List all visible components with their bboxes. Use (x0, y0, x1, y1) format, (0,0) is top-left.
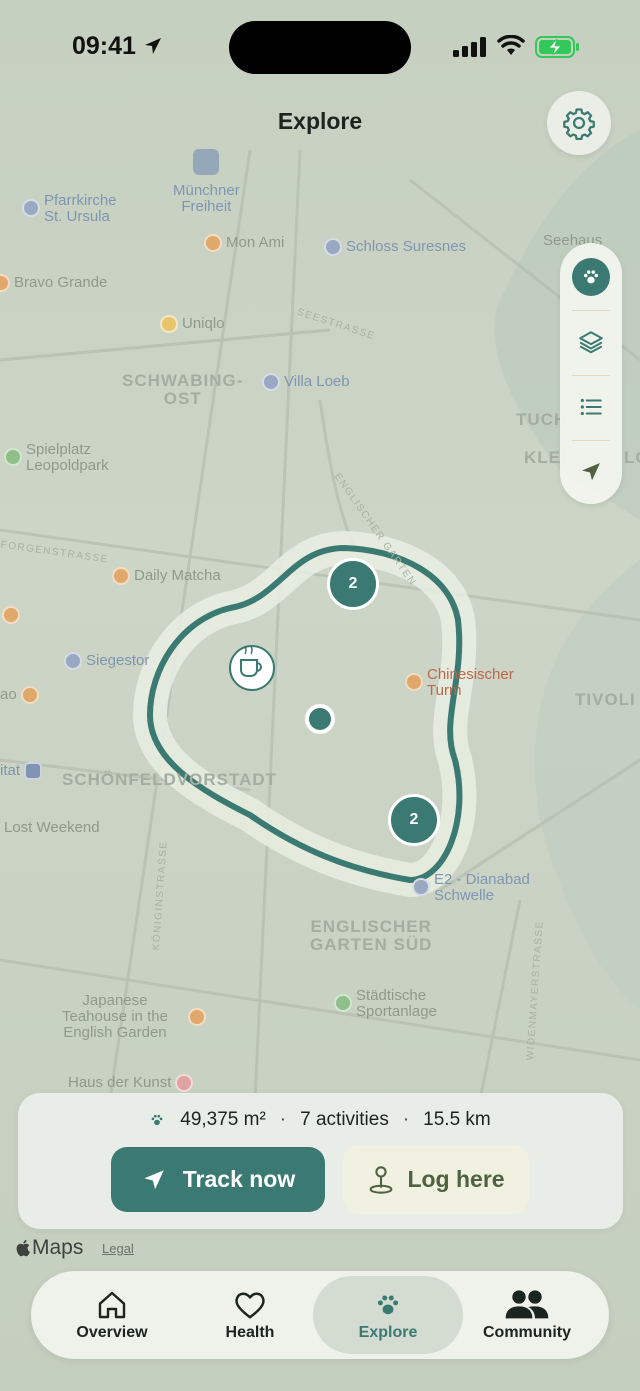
map-label-uniqlo: Uniqlo (160, 315, 225, 333)
territory-stats-card: 49,375 m² · 7 activities · 15.5 km Track… (18, 1093, 623, 1229)
paw-icon (151, 1114, 163, 1125)
maps-attribution: Maps (16, 1236, 83, 1260)
restaurant-icon (0, 274, 10, 292)
home-icon (96, 1288, 128, 1322)
separator: · (402, 1109, 410, 1130)
district-label-lo: LO (624, 448, 640, 467)
map-label-spielplatz: Spielplatz Leopoldpark (4, 442, 109, 474)
restaurant-icon (204, 234, 222, 252)
status-time: 09:41 (72, 32, 163, 61)
layers-icon (579, 331, 603, 354)
map-label-villa-loeb: Villa Loeb (262, 373, 350, 391)
tab-health[interactable]: Health (175, 1271, 325, 1359)
shop-icon (160, 315, 178, 333)
status-bar: 09:41 (0, 0, 640, 96)
landmark-icon (324, 238, 342, 256)
legal-link[interactable]: Legal (102, 1241, 134, 1256)
log-here-button[interactable]: Log here (343, 1145, 529, 1214)
map-label-bravo: Bravo Grande (0, 274, 107, 292)
tab-explore[interactable]: Explore (313, 1276, 463, 1354)
map-label-schloss: Schloss Suresnes (324, 238, 466, 256)
map-label-pfarrkirche: Pfarrkirche St. Ursula (22, 193, 117, 225)
dynamic-island (229, 21, 411, 74)
map-label-chinesischer-turm: Chinesischer Turm (405, 667, 514, 699)
cafe-icon (112, 567, 130, 585)
metro-icon (24, 762, 43, 780)
map-poi-teahouse-marker (188, 1008, 210, 1026)
map-controls-panel (560, 243, 622, 504)
signal-icon (453, 37, 486, 57)
list-icon (580, 398, 602, 416)
map-label-muenchner-freiheit: Münchner Freiheit (173, 149, 240, 215)
map-label-staedtische: Städtische Sportanlage (334, 988, 437, 1020)
museum-icon (175, 1074, 194, 1092)
paw-icon (375, 1288, 401, 1322)
metro-icon (193, 149, 220, 175)
page-title: Explore (277, 108, 363, 134)
location-arrow-icon (144, 1169, 164, 1189)
track-now-button[interactable]: Track now (111, 1147, 325, 1212)
heart-icon (233, 1288, 267, 1322)
restaurant-icon (20, 686, 39, 704)
cafe-icon (188, 1008, 206, 1026)
district-label-englischer-garten-sued: ENGLISCHER GARTEN SÜD (310, 917, 433, 954)
people-icon (504, 1288, 550, 1322)
divider (572, 440, 610, 441)
divider (572, 310, 610, 311)
paw-icon (572, 258, 610, 296)
restaurant-icon (405, 673, 423, 691)
tab-community[interactable]: Community (452, 1271, 602, 1359)
district-label-schoenfeldvorstadt: SCHÖNFELDVORSTADT (62, 770, 278, 789)
map-label-siegestor: Siegestor (64, 652, 149, 670)
map-pin-icon (370, 1165, 393, 1194)
restaurant-icon (2, 606, 20, 624)
sports-icon (334, 994, 352, 1012)
recenter-button[interactable] (560, 442, 622, 502)
tab-bar: Overview Health Explore Community (31, 1271, 609, 1359)
map-label-lost-weekend: Lost Weekend (4, 819, 100, 836)
map-label-e2-dianabad: E2 - Dianabad Schwelle (412, 872, 530, 904)
wifi-icon (497, 35, 525, 55)
map-poi-unnamed (2, 606, 24, 624)
activity-cluster[interactable]: 2 (327, 558, 379, 610)
gear-icon (563, 108, 595, 140)
activity-cluster[interactable]: 2 (388, 794, 440, 846)
map-label-haus-der-kunst: Haus der Kunst (68, 1074, 197, 1092)
map-label-japanese-teahouse: Japanese Teahouse in the English Garden (62, 992, 168, 1041)
territory-toggle-button[interactable] (560, 247, 622, 307)
stats-row: 49,375 m² · 7 activities · 15.5 km (18, 1107, 623, 1133)
separator: · (279, 1109, 287, 1130)
map-label-mon-ami: Mon Ami (204, 234, 284, 252)
church-icon (22, 199, 40, 217)
stat-distance: 15.5 km (423, 1109, 491, 1130)
landmark-icon (262, 373, 280, 391)
map-label-daily-matcha: Daily Matcha (112, 567, 221, 585)
list-button[interactable] (560, 377, 622, 437)
landmark-icon (64, 652, 82, 670)
location-arrow-icon (582, 463, 600, 481)
battery-icon (535, 36, 579, 58)
district-label-schwabing: SCHWABING- OST (122, 371, 244, 408)
divider (572, 375, 610, 376)
playground-icon (4, 448, 22, 466)
map-label-ao: ao (0, 686, 43, 704)
stat-area: 49,375 m² (180, 1109, 266, 1130)
district-label-tivoli: TIVOLI (575, 690, 636, 709)
stat-activities: 7 activities (300, 1109, 389, 1130)
tab-overview[interactable]: Overview (37, 1271, 187, 1359)
layers-button[interactable] (560, 312, 622, 372)
map-label-itat: itat (0, 762, 46, 780)
apple-logo-icon (16, 1239, 30, 1257)
location-arrow-icon (144, 38, 161, 54)
landmark-icon (412, 878, 430, 896)
settings-button[interactable] (547, 91, 611, 155)
